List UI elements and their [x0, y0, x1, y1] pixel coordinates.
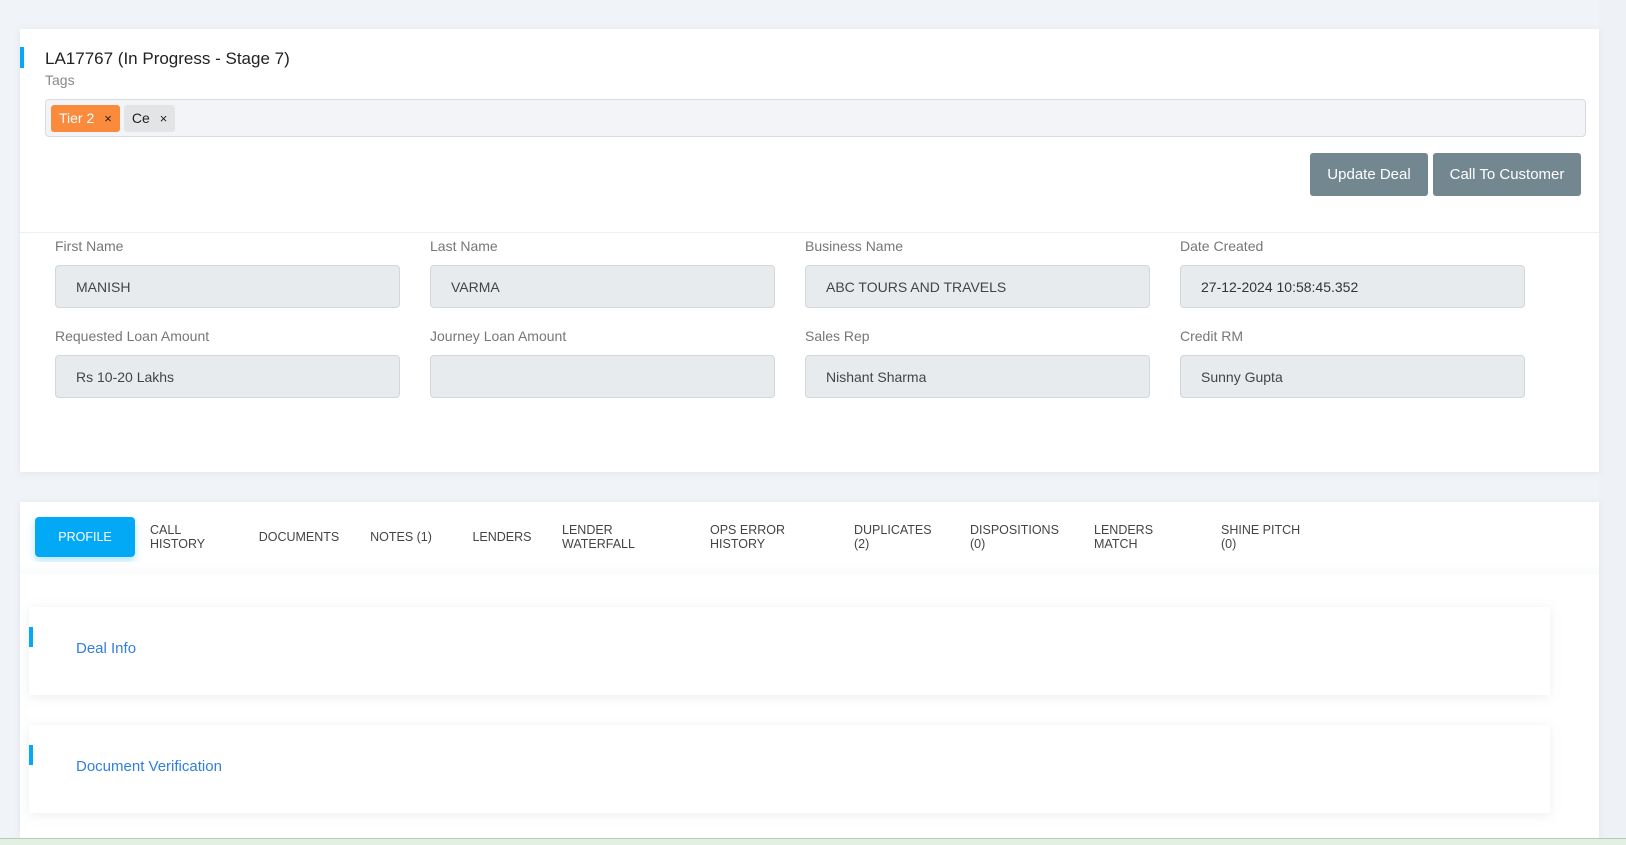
tab-bar: PROFILE CALL HISTORY DOCUMENTS NOTES (1)…: [35, 517, 1326, 557]
business-name-input[interactable]: [805, 265, 1150, 308]
credit-rm-input[interactable]: [1180, 355, 1525, 398]
requested-loan-amount-input[interactable]: [55, 355, 400, 398]
tab-shine-pitch[interactable]: SHINE PITCH (0): [1206, 517, 1326, 557]
deal-title: LA17767 (In Progress - Stage 7): [45, 49, 290, 68]
field-requested-loan-amount: Requested Loan Amount: [55, 326, 400, 416]
field-label: Credit RM: [1180, 328, 1244, 344]
section-document-verification[interactable]: Document Verification: [29, 725, 1550, 813]
tab-lenders-match[interactable]: LENDERS MATCH: [1079, 517, 1206, 557]
tag-chip-ce: Ce ×: [123, 104, 176, 132]
tag-chip-tier-2: Tier 2 ×: [51, 104, 120, 132]
title-accent-bar: [20, 47, 24, 68]
section-accent-bar: [29, 745, 33, 765]
update-deal-button[interactable]: Update Deal: [1310, 153, 1428, 196]
call-to-customer-button[interactable]: Call To Customer: [1433, 153, 1581, 196]
field-label: Requested Loan Amount: [55, 328, 210, 344]
tab-bar-divider: [20, 562, 1599, 574]
last-name-input[interactable]: [430, 265, 775, 308]
section-deal-info[interactable]: Deal Info: [29, 607, 1550, 695]
field-date-created: Date Created: [1180, 236, 1525, 326]
bottom-status-strip: [0, 838, 1626, 845]
field-label: Date Created: [1180, 238, 1264, 254]
sales-rep-input[interactable]: [805, 355, 1150, 398]
first-name-input[interactable]: [55, 265, 400, 308]
action-buttons: Update Deal Call To Customer: [1310, 153, 1581, 196]
deal-header: LA17767 (In Progress - Stage 7) Tags Tie…: [20, 29, 1599, 233]
field-label: Journey Loan Amount: [430, 328, 567, 344]
tab-lenders[interactable]: LENDERS: [457, 517, 547, 557]
section-title-deal-info[interactable]: Deal Info: [76, 640, 136, 657]
journey-loan-amount-input[interactable]: [430, 355, 775, 398]
close-icon[interactable]: ×: [160, 111, 168, 126]
field-first-name: First Name: [55, 236, 400, 326]
field-label: Last Name: [430, 238, 498, 254]
field-sales-rep: Sales Rep: [805, 326, 1150, 416]
field-business-name: Business Name: [805, 236, 1150, 326]
tab-profile[interactable]: PROFILE: [35, 517, 135, 557]
tab-documents[interactable]: DOCUMENTS: [253, 517, 345, 557]
tab-ops-error-history[interactable]: OPS ERROR HISTORY: [695, 517, 839, 557]
section-title-document-verification[interactable]: Document Verification: [76, 758, 222, 775]
tab-lender-waterfall[interactable]: LENDER WATERFALL: [547, 517, 695, 557]
field-last-name: Last Name: [430, 236, 775, 326]
deal-details-form: First Name Last Name Business Name Date …: [55, 236, 1525, 416]
date-created-input[interactable]: [1180, 265, 1525, 308]
close-icon[interactable]: ×: [104, 111, 112, 126]
section-accent-bar: [29, 627, 33, 647]
field-credit-rm: Credit RM: [1180, 326, 1525, 416]
page-gutter: [1599, 0, 1626, 838]
tags-label: Tags: [45, 72, 75, 88]
field-label: Business Name: [805, 238, 904, 254]
field-journey-loan-amount: Journey Loan Amount: [430, 326, 775, 416]
tab-call-history[interactable]: CALL HISTORY: [135, 517, 253, 557]
tab-dispositions[interactable]: DISPOSITIONS (0): [955, 517, 1079, 557]
tab-duplicates[interactable]: DUPLICATES (2): [839, 517, 955, 557]
field-label: First Name: [55, 238, 124, 254]
tag-chip-label: Ce: [131, 110, 150, 126]
field-label: Sales Rep: [805, 328, 870, 344]
tags-input[interactable]: Tier 2 × Ce ×: [45, 99, 1586, 137]
tag-chip-label: Tier 2: [59, 110, 95, 126]
tab-notes[interactable]: NOTES (1): [345, 517, 457, 557]
